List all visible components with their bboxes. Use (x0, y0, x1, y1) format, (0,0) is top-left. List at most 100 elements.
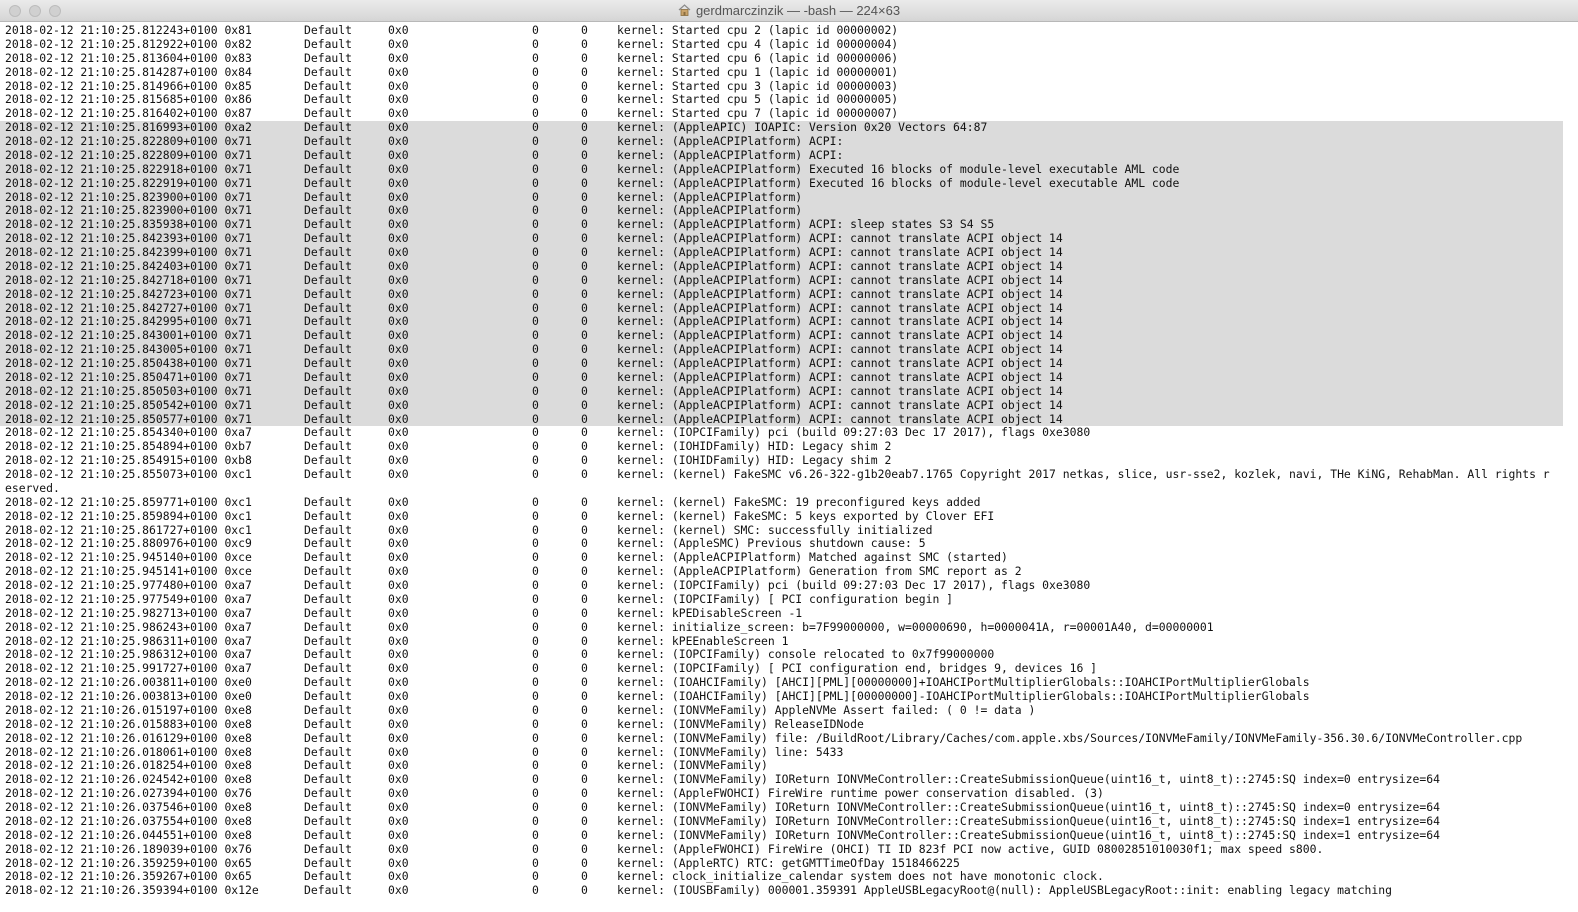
log-line: 2018-02-12 21:10:25.842403+0100 0x71 Defa… (0, 258, 1578, 274)
log-type: Default (304, 24, 353, 37)
log-ttl: 0 (581, 272, 588, 287)
window-titlebar[interactable]: gerdmarczinzik — -bash — 224×63 (0, 0, 1578, 22)
log-timestamp: 2018-02-12 21:10:26.189039+0100 0x76 (5, 841, 252, 856)
log-activity: 0x0 (388, 425, 409, 440)
log-pid: 0 (532, 522, 539, 537)
log-timestamp: 2018-02-12 21:10:26.003811+0100 0xe0 (5, 675, 252, 690)
log-activity: 0x0 (388, 161, 409, 176)
terminal-output[interactable]: 2018-02-12 21:10:25.812243+0100 0x81 Defa… (0, 24, 1578, 912)
log-message: kernel: (AppleACPIPlatform) ACPI: cannot… (617, 356, 1063, 370)
log-pid: 0 (532, 383, 539, 398)
log-message: kernel: (IONVMeFamily) IOReturn IONVMeCo… (617, 800, 1440, 814)
log-timestamp: 2018-02-12 21:10:25.842399+0100 0x71 (5, 245, 252, 259)
log-activity: 0x0 (388, 564, 409, 579)
log-ttl: 0 (581, 342, 588, 357)
log-ttl: 0 (581, 50, 588, 65)
log-activity: 0x0 (388, 36, 409, 51)
log-pid: 0 (532, 147, 539, 162)
log-message: kernel: Started cpu 7 (lapic id 00000007… (617, 106, 899, 121)
log-activity: 0x0 (388, 411, 409, 426)
log-ttl: 0 (581, 841, 588, 856)
log-continuation: eserved. (5, 480, 60, 495)
log-type: Default (304, 675, 353, 690)
log-line: 2018-02-12 21:10:25.977549+0100 0xa7 Defa… (0, 591, 1578, 607)
log-ttl: 0 (581, 245, 588, 259)
log-pid: 0 (532, 286, 539, 301)
log-type: Default (304, 591, 353, 606)
log-timestamp: 2018-02-12 21:10:26.359259+0100 0x65 (5, 855, 252, 870)
log-timestamp: 2018-02-12 21:10:25.822809+0100 0x71 (5, 147, 252, 162)
log-type: Default (304, 328, 353, 343)
log-ttl: 0 (581, 550, 588, 565)
log-pid: 0 (532, 827, 539, 842)
log-line: 2018-02-12 21:10:26.027394+0100 0x76 Defa… (0, 786, 1578, 801)
log-line: 2018-02-12 21:10:26.024542+0100 0xe8 Defa… (0, 772, 1578, 787)
log-timestamp: 2018-02-12 21:10:26.015883+0100 0xe8 (5, 716, 252, 731)
log-pid: 0 (532, 189, 539, 204)
log-pid: 0 (532, 619, 539, 634)
log-timestamp: 2018-02-12 21:10:25.991727+0100 0xa7 (5, 661, 252, 676)
log-timestamp: 2018-02-12 21:10:26.018254+0100 0xe8 (5, 758, 252, 773)
log-message: kernel: (AppleACPIPlatform) ACPI: (617, 134, 844, 148)
log-type: Default (304, 203, 353, 218)
log-type: Default (304, 217, 353, 232)
log-pid: 0 (532, 411, 539, 426)
log-timestamp: 2018-02-12 21:10:26.016129+0100 0xe8 (5, 730, 252, 745)
log-activity: 0x0 (388, 786, 409, 801)
log-ttl: 0 (581, 175, 588, 190)
log-pid: 0 (532, 24, 539, 37)
log-activity: 0x0 (388, 508, 409, 523)
log-activity: 0x0 (388, 869, 409, 884)
log-activity: 0x0 (388, 702, 409, 717)
log-timestamp: 2018-02-12 21:10:26.044551+0100 0xe8 (5, 827, 252, 842)
log-type: Default (304, 147, 353, 162)
log-line: eserved. (0, 480, 1578, 496)
log-line: 2018-02-12 21:10:25.986243+0100 0xa7 Defa… (0, 619, 1578, 635)
log-activity: 0x0 (388, 314, 409, 329)
log-activity: 0x0 (388, 134, 409, 148)
log-line: 2018-02-12 21:10:26.359259+0100 0x65 Defa… (0, 855, 1578, 871)
log-pid: 0 (532, 106, 539, 121)
log-timestamp: 2018-02-12 21:10:25.822919+0100 0x71 (5, 175, 252, 190)
log-timestamp: 2018-02-12 21:10:25.986243+0100 0xa7 (5, 619, 252, 634)
log-line: 2018-02-12 21:10:25.982713+0100 0xa7 Defa… (0, 606, 1578, 621)
log-line: 2018-02-12 21:10:25.977480+0100 0xa7 Defa… (0, 578, 1578, 593)
log-type: Default (304, 36, 353, 51)
log-line: 2018-02-12 21:10:25.850471+0100 0x71 Defa… (0, 370, 1578, 385)
log-line: 2018-02-12 21:10:26.044551+0100 0xe8 Defa… (0, 827, 1578, 843)
log-ttl: 0 (581, 439, 588, 454)
log-type: Default (304, 231, 353, 246)
log-line: 2018-02-12 21:10:25.991727+0100 0xa7 Defa… (0, 661, 1578, 676)
log-activity: 0x0 (388, 24, 409, 37)
window-title-area: gerdmarczinzik — -bash — 224×63 (0, 0, 1578, 22)
log-pid: 0 (532, 494, 539, 509)
log-message: kernel: (AppleACPIPlatform) Executed 16 … (617, 161, 1180, 176)
log-ttl: 0 (581, 564, 588, 579)
log-type: Default (304, 64, 353, 79)
log-message: kernel: (AppleACPIPlatform) Generation f… (617, 564, 1022, 579)
log-ttl: 0 (581, 425, 588, 440)
log-ttl: 0 (581, 467, 588, 481)
log-line: 2018-02-12 21:10:25.823900+0100 0x71 Defa… (0, 189, 1578, 205)
log-type: Default (304, 106, 353, 121)
log-activity: 0x0 (388, 120, 409, 135)
log-type: Default (304, 883, 353, 898)
log-ttl: 0 (581, 92, 588, 107)
log-message: kernel: (AppleACPIPlatform) ACPI: cannot… (617, 258, 1063, 273)
log-ttl: 0 (581, 675, 588, 690)
log-timestamp: 2018-02-12 21:10:25.854340+0100 0xa7 (5, 425, 252, 440)
log-ttl: 0 (581, 78, 588, 93)
log-type: Default (304, 161, 353, 176)
log-line: 2018-02-12 21:10:25.842727+0100 0x71 Defa… (0, 301, 1578, 316)
log-pid: 0 (532, 661, 539, 676)
log-line: 2018-02-12 21:10:25.859894+0100 0xc1 Defa… (0, 508, 1578, 524)
log-message: kernel: (IONVMeFamily) IOReturn IONVMeCo… (617, 813, 1440, 828)
log-message: kernel: (kernel) FakeSMC: 19 preconfigur… (617, 494, 981, 509)
log-type: Default (304, 716, 353, 731)
log-timestamp: 2018-02-12 21:10:25.814287+0100 0x84 (5, 64, 252, 79)
log-line: 2018-02-12 21:10:25.814287+0100 0x84 Defa… (0, 64, 1578, 80)
log-activity: 0x0 (388, 619, 409, 634)
log-type: Default (304, 564, 353, 579)
log-pid: 0 (532, 36, 539, 51)
log-type: Default (304, 689, 353, 703)
